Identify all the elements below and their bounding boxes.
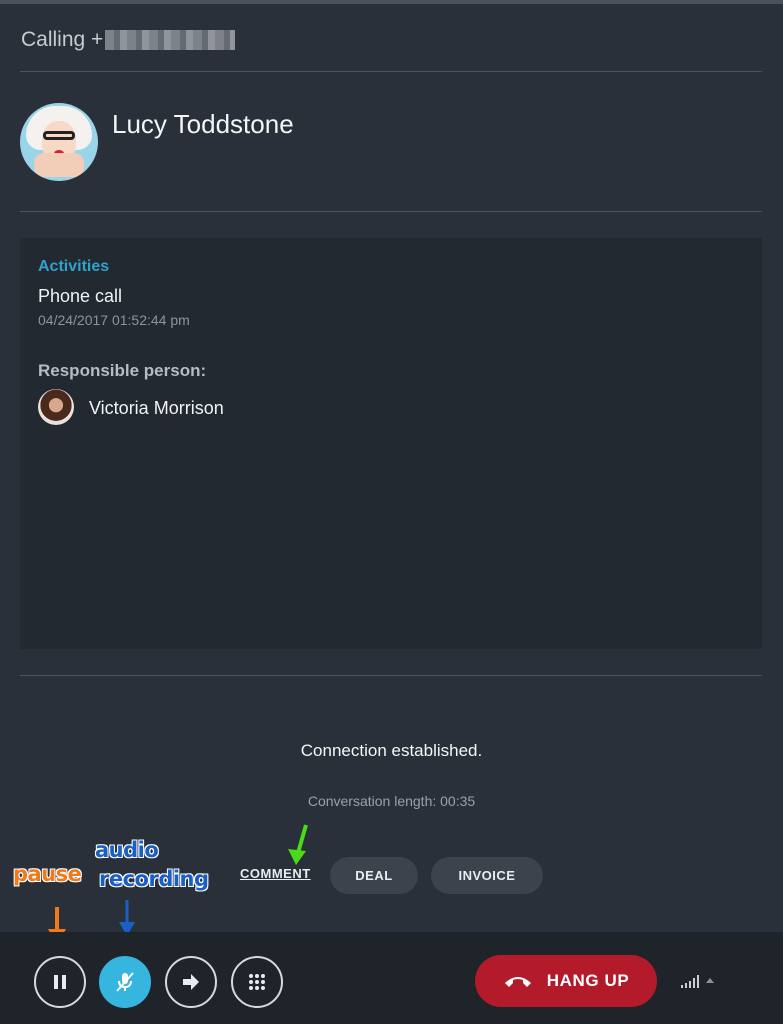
pause-icon: [54, 975, 66, 989]
contact-avatar[interactable]: [20, 103, 98, 181]
divider: [20, 211, 762, 212]
activities-title: Activities: [38, 258, 110, 275]
activity-date: 04/24/2017 01:52:44 pm: [38, 312, 190, 328]
caret-up-icon: [706, 978, 714, 983]
activities-card: Activities Phone call 04/24/2017 01:52:4…: [20, 238, 762, 649]
contact-name[interactable]: Lucy Toddstone: [112, 109, 294, 140]
signal-icon[interactable]: [681, 973, 721, 989]
responsible-avatar: [38, 389, 74, 425]
top-border: [0, 0, 783, 4]
keypad-icon: [249, 974, 265, 990]
green-arrow-icon: [288, 824, 308, 865]
annotation-pause: pause: [13, 862, 82, 886]
hang-up-label: HANG UP: [546, 971, 630, 990]
calling-label: Calling +: [21, 28, 104, 51]
audio-recording-button[interactable]: [99, 956, 151, 1008]
responsible-name[interactable]: Victoria Morrison: [89, 398, 224, 419]
activity-name[interactable]: Phone call: [38, 286, 122, 307]
conversation-length: Conversation length: 00:35: [307, 793, 476, 809]
invoice-button[interactable]: INVOICE: [431, 857, 543, 894]
pause-button[interactable]: [34, 956, 86, 1008]
annotation-audio: audio: [95, 838, 159, 862]
keypad-button[interactable]: [231, 956, 283, 1008]
comment-link[interactable]: COMMENT: [240, 866, 311, 881]
divider: [20, 71, 762, 72]
connection-status: Connection established.: [300, 741, 483, 760]
hang-up-button[interactable]: HANG UP: [475, 955, 657, 1007]
deal-button[interactable]: DEAL: [330, 857, 418, 894]
contact-block: Lucy Toddstone: [20, 103, 762, 183]
divider: [20, 675, 762, 676]
calling-header: Calling +: [21, 26, 236, 54]
responsible-label: Responsible person:: [38, 361, 207, 380]
call-window: Calling + Lucy Toddstone Activities Phon…: [0, 0, 783, 1024]
redacted-phone-number: [105, 30, 236, 50]
phone-hangup-icon: [504, 977, 531, 987]
transfer-button[interactable]: [165, 956, 217, 1008]
annotation-recording: recording: [99, 867, 209, 891]
transfer-arrow-icon: [183, 974, 199, 990]
mic-off-icon: [116, 972, 134, 992]
